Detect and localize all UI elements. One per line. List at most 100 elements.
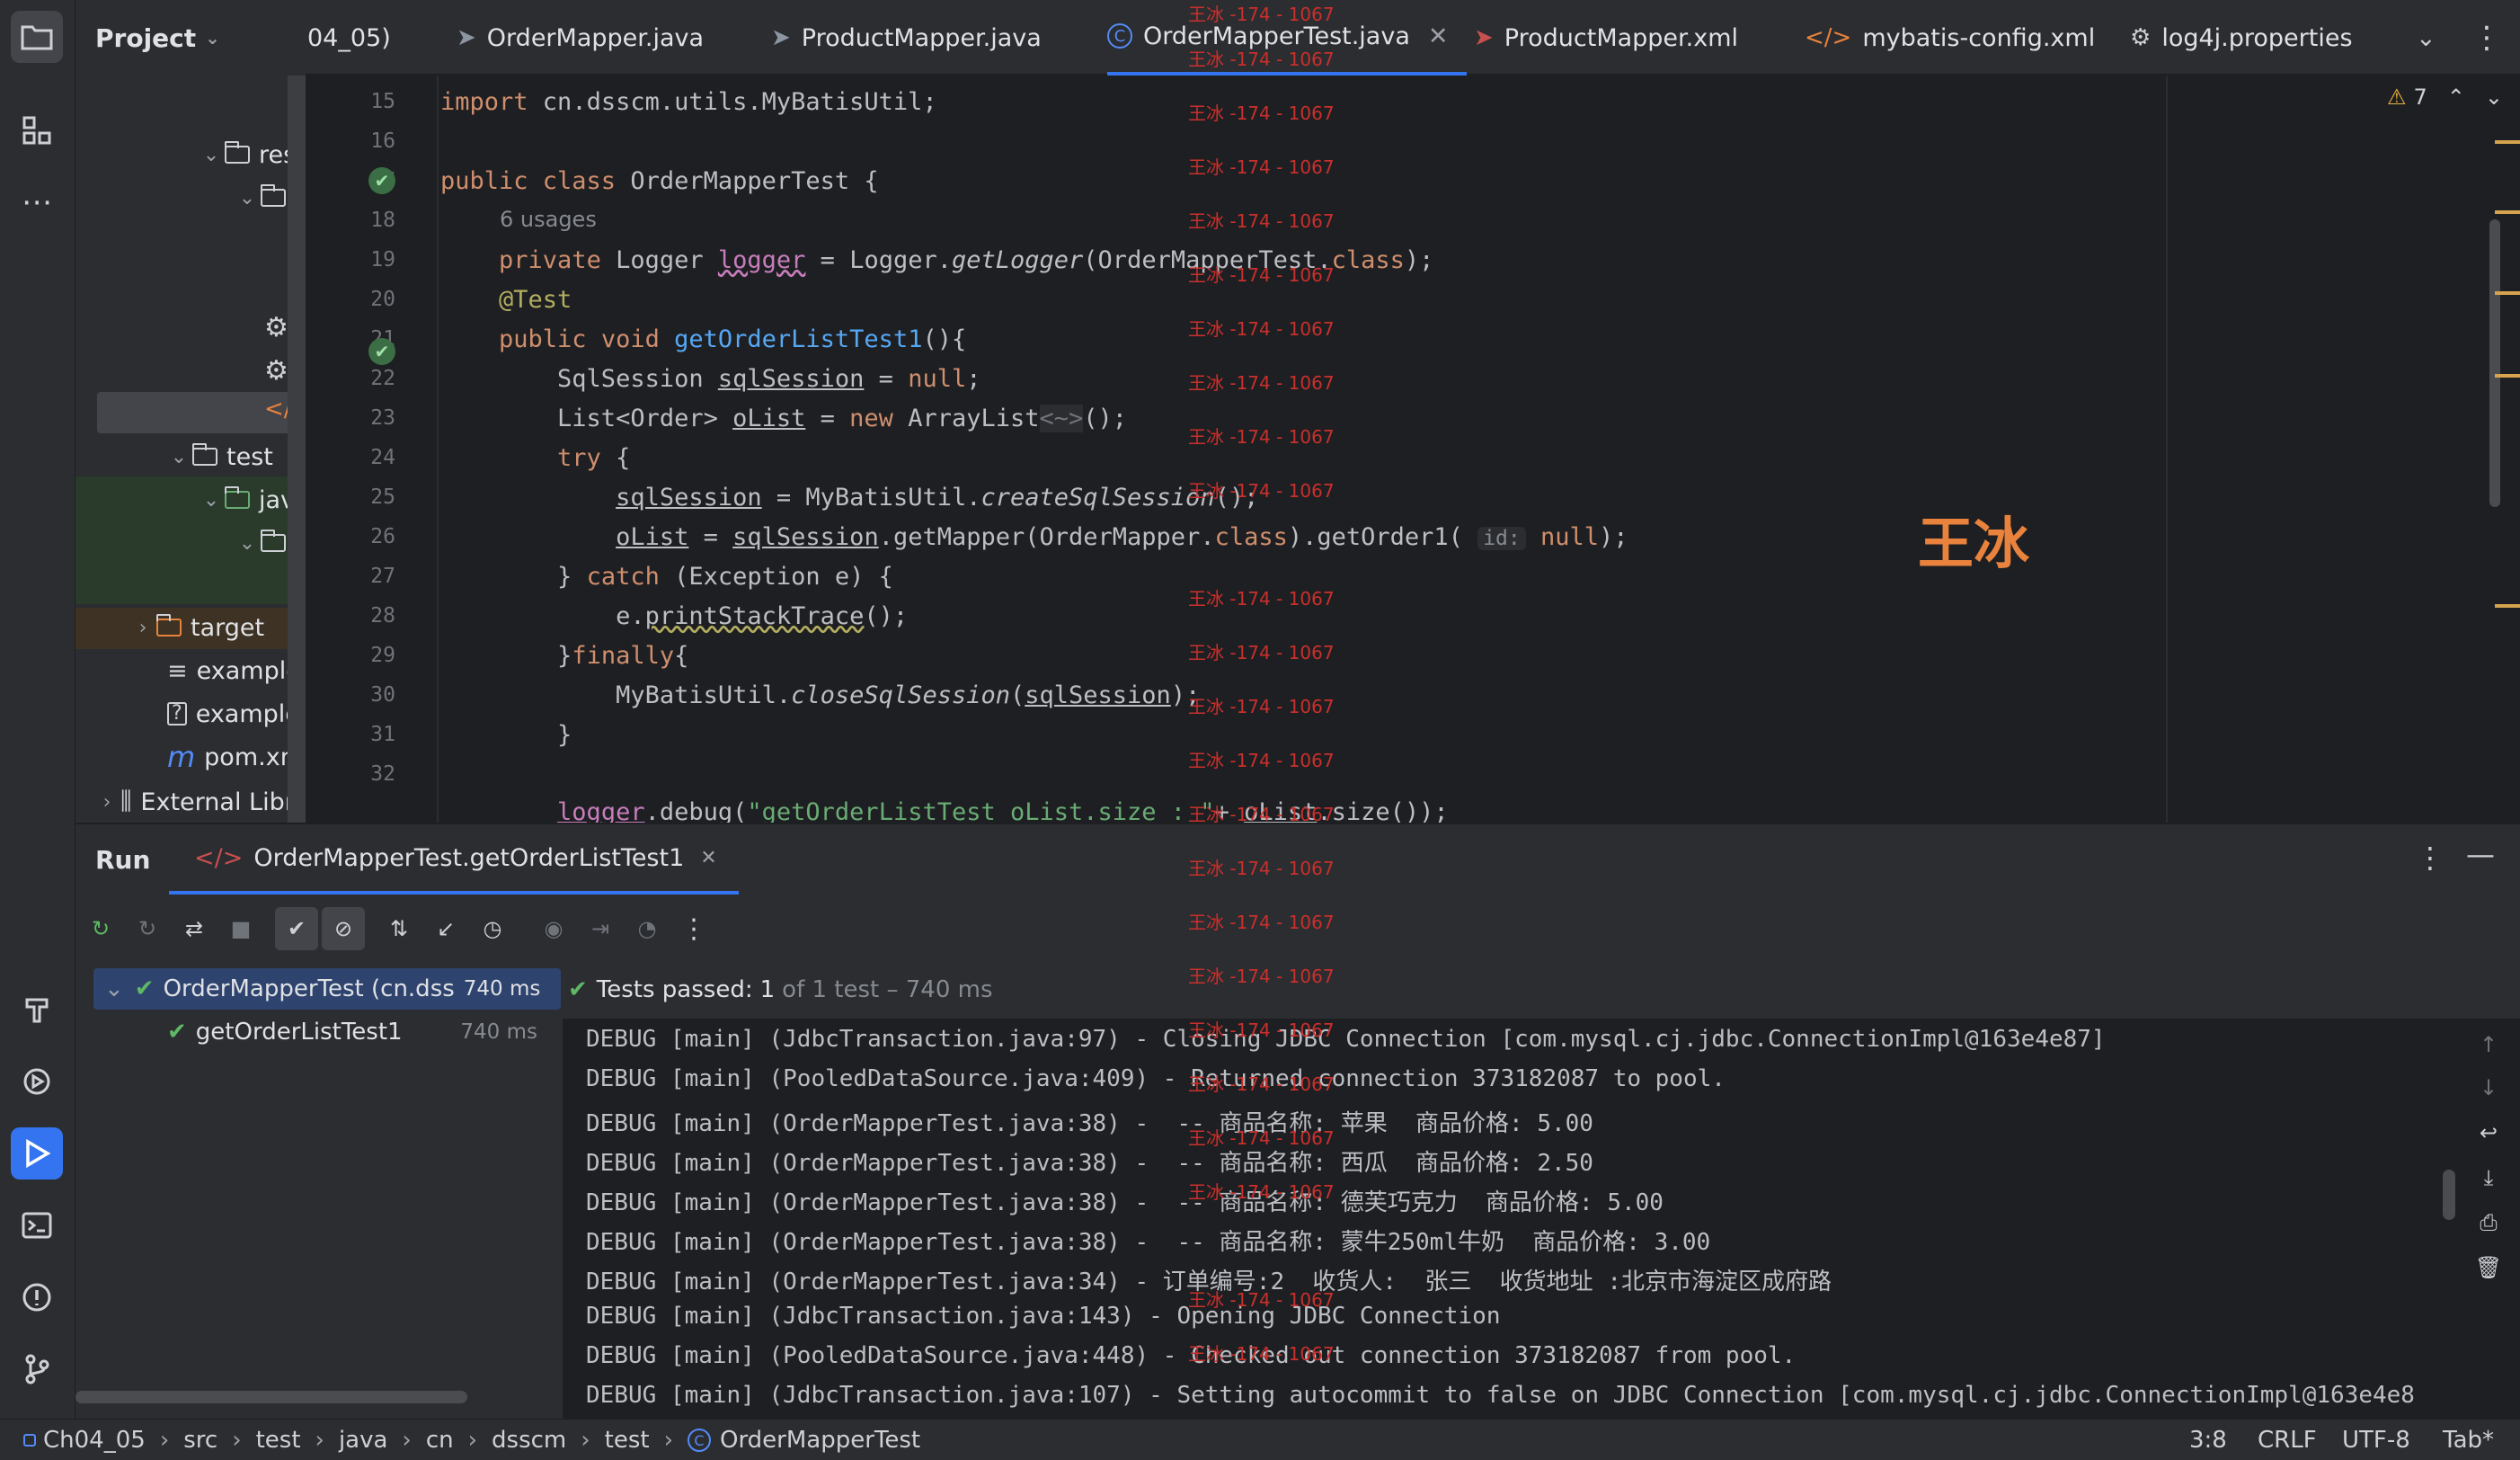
print-icon[interactable]: ⎙ — [2470, 1204, 2507, 1242]
inspection-widget[interactable]: ⚠ 7 ⌃ ⌄ — [2387, 85, 2503, 110]
watermark: 王冰 -174 - 1067 — [1188, 318, 1335, 340]
tree-item-config[interactable]: ⚙ — [264, 307, 288, 347]
editor-scrollbar[interactable] — [2489, 219, 2500, 507]
breadcrumb-item[interactable]: Ch04_05 — [43, 1427, 146, 1454]
run-test-method-icon[interactable]: ✔ — [368, 338, 395, 365]
down-arrow-icon[interactable]: ↓ — [2470, 1069, 2507, 1107]
minimize-icon[interactable]: — — [2466, 837, 2495, 871]
soft-wrap-icon[interactable]: ↩ — [2470, 1114, 2507, 1152]
tree-item-test[interactable]: ⌄ test — [165, 437, 273, 476]
scroll-to-end-icon[interactable]: ⤓ — [2470, 1159, 2507, 1197]
line-number: 28 — [370, 604, 395, 628]
breadcrumb-item[interactable]: java — [339, 1427, 387, 1454]
structure-icon[interactable] — [11, 104, 63, 156]
more-actions-icon[interactable]: ⋮ — [2416, 841, 2445, 875]
breadcrumb-item[interactable]: test — [256, 1427, 301, 1454]
tabs-dropdown-icon[interactable]: ⌄ — [2416, 0, 2436, 76]
more-options-icon[interactable]: ⋮ — [674, 909, 714, 948]
caret-position[interactable]: 3:8 — [2189, 1420, 2227, 1460]
tab-mybatis-config[interactable]: </> mybatis-config.xml — [1805, 0, 2095, 76]
tree-item-folder[interactable]: ⌄ — [234, 178, 295, 218]
sort-icon[interactable]: ⇅ — [379, 909, 419, 948]
console-line: DEBUG [main] (JdbcTransaction.java:107) … — [586, 1382, 2415, 1409]
project-panel-header[interactable]: Project ⌄ — [75, 0, 306, 76]
test-suite-row[interactable]: ⌄ ✔ OrderMapperTest (cn.dss 740 ms — [93, 968, 561, 1010]
test-method-label: getOrderListTest1 — [195, 1019, 403, 1046]
git-icon[interactable] — [11, 1343, 63, 1395]
line-separator[interactable]: CRLF — [2258, 1420, 2317, 1460]
watermark: 王冰 -174 - 1067 — [1188, 1181, 1335, 1203]
watermark: 王冰 -174 - 1067 — [1188, 210, 1335, 232]
more-tools-icon[interactable]: ⋯ — [11, 176, 63, 228]
param-hint: id: — [1477, 527, 1526, 550]
file-encoding[interactable]: UTF-8 — [2342, 1420, 2410, 1460]
chevron-down-icon: ⌄ — [104, 975, 124, 1002]
show-passed-icon[interactable]: ✔ — [275, 907, 318, 950]
indent-setting[interactable]: Tab* — [2443, 1420, 2494, 1460]
warning-count: 7 — [2413, 85, 2427, 110]
problems-icon[interactable] — [11, 1271, 63, 1323]
console-scrollbar[interactable] — [2443, 1170, 2455, 1220]
services-icon[interactable] — [11, 1055, 63, 1108]
run-test-class-icon[interactable]: ✔ — [368, 167, 395, 194]
line-number: 25 — [370, 485, 395, 509]
more-actions-icon[interactable]: ⋮ — [2471, 0, 2502, 76]
tree-item-example-2[interactable]: ? example.l — [167, 694, 306, 734]
watermark: 王冰 -174 - 1067 — [1188, 264, 1335, 286]
export-icon[interactable]: ⇥ — [581, 909, 620, 948]
tab-partial[interactable]: 04_05) — [307, 0, 391, 76]
terminal-icon[interactable] — [11, 1199, 63, 1251]
toggle-auto-test-icon[interactable]: ⇄ — [174, 909, 214, 948]
show-ignored-icon[interactable]: ⊘ — [322, 907, 365, 950]
tree-item-resources[interactable]: ⌄ res — [198, 135, 296, 174]
breadcrumb-item[interactable]: OrderMapperTest — [720, 1427, 920, 1454]
tree-item-pom[interactable]: m pom.xml — [167, 737, 306, 777]
close-icon[interactable]: ✕ — [700, 847, 716, 869]
tree-item-package[interactable]: ⌄ — [234, 523, 295, 563]
code-editor[interactable]: 151617181920212223242526272829303132 ✔ ✔… — [306, 76, 2520, 823]
next-highlight-icon[interactable]: ⌄ — [2485, 85, 2503, 110]
tab-order-mapper-java[interactable]: ➤ OrderMapper.java — [457, 0, 704, 76]
test-method-time: 740 ms — [460, 1020, 537, 1044]
usages-hint[interactable]: 6 usages — [500, 207, 597, 232]
collapse-icon[interactable]: ↙ — [426, 909, 466, 948]
tree-item-external-libraries[interactable]: › ⫼ External Libr — [93, 782, 295, 822]
class-icon: C — [1107, 23, 1132, 49]
selected-tree-row[interactable]: </> — [97, 392, 306, 433]
breadcrumb-item[interactable]: src — [183, 1427, 217, 1454]
stop-icon[interactable]: ■ — [221, 909, 261, 948]
tree-item-config-2[interactable]: ⚙ — [264, 351, 288, 390]
project-scrollbar[interactable] — [288, 76, 306, 823]
line-number: 19 — [370, 248, 395, 272]
line-number: 22 — [370, 367, 395, 390]
xml-icon: </> — [1805, 24, 1852, 51]
rerun-failed-icon[interactable]: ↻ — [128, 909, 167, 948]
project-folder-icon[interactable] — [11, 11, 63, 63]
history-icon[interactable]: ◷ — [473, 909, 512, 948]
run-config-tab[interactable]: </> OrderMapperTest.getOrderListTest1 ✕ — [169, 824, 739, 895]
rerun-icon[interactable]: ↻ — [81, 909, 120, 948]
tab-product-mapper-xml[interactable]: ➤ ProductMapper.xml — [1474, 0, 1738, 76]
watermark: 王冰 -174 - 1067 — [1188, 426, 1335, 448]
tree-horizontal-scrollbar[interactable] — [75, 1391, 467, 1403]
close-icon[interactable]: ✕ — [1428, 22, 1449, 50]
breadcrumb-item[interactable]: test — [605, 1427, 650, 1454]
breadcrumb-item[interactable]: dsscm — [492, 1427, 566, 1454]
tab-log4j-properties[interactable]: ⚙ log4j.properties — [2130, 0, 2353, 76]
build-hammer-icon[interactable] — [11, 984, 63, 1036]
tree-item-target[interactable]: › target — [129, 608, 265, 647]
tree-item-example-1[interactable]: ≡ example.l — [167, 651, 306, 690]
screenshot-icon[interactable]: ◉ — [534, 909, 573, 948]
previous-highlight-icon[interactable]: ⌃ — [2447, 85, 2465, 110]
console-output[interactable]: ✔ Tests passed: 1 of 1 test – 740 ms DEB… — [563, 961, 2520, 1419]
test-method-row[interactable]: ✔ getOrderListTest1 740 ms — [167, 1011, 559, 1053]
coverage-icon[interactable]: ◔ — [627, 909, 667, 948]
passed-icon: ✔ — [167, 1019, 187, 1046]
tab-product-mapper-java[interactable]: ➤ ProductMapper.java — [771, 0, 1042, 76]
breadcrumb-item[interactable]: cn — [426, 1427, 454, 1454]
class-icon: C — [687, 1429, 711, 1452]
run-icon[interactable] — [11, 1127, 63, 1180]
trash-icon[interactable]: 🗑 — [2470, 1249, 2507, 1286]
chevron-down-icon: ⌄ — [202, 488, 220, 512]
up-arrow-icon[interactable]: ↑ — [2470, 1026, 2507, 1064]
